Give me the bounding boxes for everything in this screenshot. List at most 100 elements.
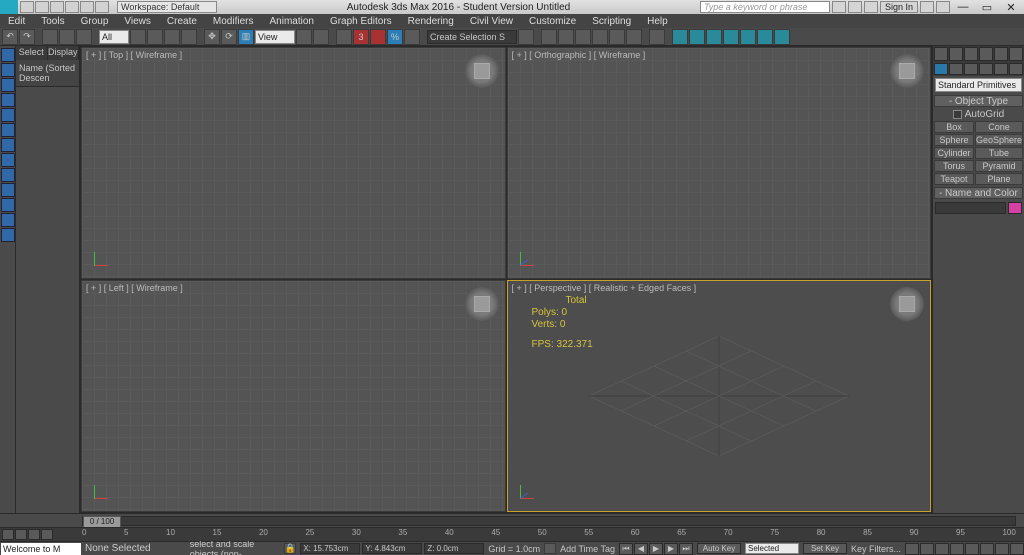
- keyboard-shortcut-icon[interactable]: [336, 29, 352, 45]
- menu-grapheditors[interactable]: Graph Editors: [322, 16, 400, 27]
- rollout-name-color[interactable]: - Name and Color: [934, 187, 1023, 199]
- prev-frame-icon[interactable]: ◀: [634, 543, 648, 555]
- redo-icon[interactable]: ↷: [19, 29, 35, 45]
- menu-help[interactable]: Help: [639, 16, 676, 27]
- display-tab-icon[interactable]: [994, 63, 1008, 75]
- primitive-cylinder-button[interactable]: Cylinder: [934, 147, 974, 159]
- viewport-left-label[interactable]: [ + ] [ Left ] [ Wireframe ]: [86, 283, 183, 293]
- viewcube-icon[interactable]: [465, 287, 499, 321]
- next-frame-icon[interactable]: ▶: [664, 543, 678, 555]
- activeshade-icon[interactable]: [740, 29, 756, 45]
- window-close-button[interactable]: ✕: [1000, 1, 1022, 13]
- schematic-view-icon[interactable]: [626, 29, 642, 45]
- modify-tab-icon[interactable]: [949, 63, 963, 75]
- angle-snap-icon[interactable]: [370, 29, 386, 45]
- menu-views[interactable]: Views: [116, 16, 159, 27]
- viewport-perspective[interactable]: [ + ] [ Perspective ] [ Realistic + Edge…: [507, 280, 932, 512]
- render-gallery-icon[interactable]: [774, 29, 790, 45]
- set-key-button[interactable]: Set Key: [803, 543, 847, 554]
- trackbar-menu-icon[interactable]: [2, 529, 14, 540]
- selection-filter[interactable]: All: [99, 30, 129, 44]
- tool-b-icon[interactable]: [949, 47, 963, 61]
- select-by-name-icon[interactable]: [147, 29, 163, 45]
- display-bones-icon[interactable]: [1, 183, 15, 197]
- help-icon[interactable]: [936, 1, 950, 13]
- zoom-extents-icon[interactable]: [935, 543, 949, 555]
- select-region-icon[interactable]: [164, 29, 180, 45]
- unlink-icon[interactable]: [59, 29, 75, 45]
- object-name-input[interactable]: [935, 202, 1006, 214]
- maximize-viewport-icon[interactable]: [1010, 543, 1024, 555]
- key-mode-select[interactable]: Selected: [745, 543, 799, 554]
- add-time-tag[interactable]: Add Time Tag: [560, 544, 615, 554]
- tool-a-icon[interactable]: [934, 47, 948, 61]
- primitive-tube-button[interactable]: Tube: [975, 147, 1023, 159]
- tool-c-icon[interactable]: [964, 47, 978, 61]
- object-color-swatch[interactable]: [1008, 202, 1022, 214]
- motion-tab-icon[interactable]: [979, 63, 993, 75]
- viewcube-icon[interactable]: [465, 54, 499, 88]
- maxscript-listener[interactable]: Welcome to M: [1, 543, 81, 555]
- layer-explorer-icon[interactable]: [575, 29, 591, 45]
- favorites-icon[interactable]: [920, 1, 934, 13]
- primitive-pyramid-button[interactable]: Pyramid: [975, 160, 1023, 172]
- manipulate-icon[interactable]: [313, 29, 329, 45]
- menu-rendering[interactable]: Rendering: [400, 16, 462, 27]
- autogrid-checkbox[interactable]: [953, 110, 962, 119]
- rendered-frame-icon[interactable]: [689, 29, 705, 45]
- menu-edit[interactable]: Edit: [0, 16, 33, 27]
- qat-new-icon[interactable]: [20, 1, 34, 13]
- edit-named-sel-icon[interactable]: [518, 29, 534, 45]
- viewcube-icon[interactable]: [890, 54, 924, 88]
- utilities-tab-icon[interactable]: [1009, 63, 1023, 75]
- bind-spacewarp-icon[interactable]: [76, 29, 92, 45]
- render-online-icon[interactable]: [757, 29, 773, 45]
- scene-tab-display[interactable]: Display: [48, 46, 80, 60]
- time-slider-track[interactable]: 0 / 100: [82, 516, 1016, 526]
- search-submit-icon[interactable]: [832, 1, 846, 13]
- scale-icon[interactable]: ▥: [238, 29, 254, 45]
- menu-group[interactable]: Group: [73, 16, 117, 27]
- goto-start-icon[interactable]: ⏮: [619, 543, 633, 555]
- coord-z-input[interactable]: Z: 0.0cm: [424, 543, 484, 554]
- render-iterate-icon[interactable]: [723, 29, 739, 45]
- tool-f-icon[interactable]: [1009, 47, 1023, 61]
- curve-editor-icon[interactable]: [609, 29, 625, 45]
- viewport-left[interactable]: [ + ] [ Left ] [ Wireframe ]: [81, 280, 506, 512]
- undo-icon[interactable]: ↶: [2, 29, 18, 45]
- sign-in-button[interactable]: Sign In: [880, 1, 918, 13]
- menu-modifiers[interactable]: Modifiers: [205, 16, 262, 27]
- tool-e-icon[interactable]: [994, 47, 1008, 61]
- window-maximize-button[interactable]: ▭: [976, 1, 998, 13]
- link-icon[interactable]: [42, 29, 58, 45]
- display-lights-icon[interactable]: [1, 93, 15, 107]
- named-selection-set[interactable]: Create Selection S: [427, 30, 517, 44]
- orbit-icon[interactable]: [995, 543, 1009, 555]
- trackbar-curves-icon[interactable]: [41, 529, 53, 540]
- auto-key-button[interactable]: Auto Key: [697, 543, 741, 554]
- primitive-box-button[interactable]: Box: [934, 121, 974, 133]
- primitive-plane-button[interactable]: Plane: [975, 173, 1023, 185]
- display-hidden-icon[interactable]: [1, 228, 15, 242]
- viewport-top-label[interactable]: [ + ] [ Top ] [ Wireframe ]: [86, 50, 182, 60]
- viewport-ortho-label[interactable]: [ + ] [ Orthographic ] [ Wireframe ]: [512, 50, 646, 60]
- mirror-icon[interactable]: [541, 29, 557, 45]
- pivot-icon[interactable]: [296, 29, 312, 45]
- zoom-all-icon[interactable]: [920, 543, 934, 555]
- workspace-selector[interactable]: Workspace: Default: [117, 1, 217, 13]
- zoom-extents-all-icon[interactable]: [950, 543, 964, 555]
- coord-x-input[interactable]: X: 15.753cm: [300, 543, 360, 554]
- menu-customize[interactable]: Customize: [521, 16, 584, 27]
- display-spacewarps-icon[interactable]: [1, 138, 15, 152]
- field-of-view-icon[interactable]: [965, 543, 979, 555]
- move-icon[interactable]: ✥: [204, 29, 220, 45]
- qat-project-icon[interactable]: [95, 1, 109, 13]
- pan-icon[interactable]: [980, 543, 994, 555]
- hierarchy-tab-icon[interactable]: [964, 63, 978, 75]
- play-icon[interactable]: ▶: [649, 543, 663, 555]
- menu-tools[interactable]: Tools: [33, 16, 72, 27]
- goto-end-icon[interactable]: ⏭: [679, 543, 693, 555]
- infocenter-search[interactable]: Type a keyword or phrase: [700, 1, 830, 13]
- display-shapes-icon[interactable]: [1, 78, 15, 92]
- rotate-icon[interactable]: ⟳: [221, 29, 237, 45]
